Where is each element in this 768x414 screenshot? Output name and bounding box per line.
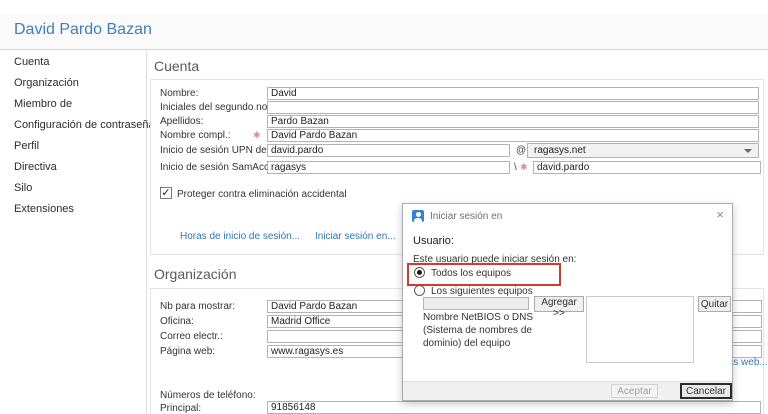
name-label: Nombre: (160, 88, 198, 99)
sidebar-item-extensiones[interactable]: Extensiones (14, 203, 74, 215)
sidebar-item-configuracion-contrasena[interactable]: Configuración de contraseña (14, 119, 155, 131)
sam-backslash-separator: \ (514, 162, 517, 173)
upn-domain-value: ragasys.net (534, 145, 586, 156)
netbios-hint: Nombre NetBIOS o DNS (Sistema de nombres… (423, 311, 541, 350)
account-section-title: Cuenta (154, 58, 199, 74)
page-title: David Pardo Bazan (14, 21, 152, 39)
close-icon[interactable]: × (716, 208, 724, 222)
dialog-title-bar[interactable]: Iniciar sesión en × (403, 204, 732, 228)
upn-at-separator: @ (516, 145, 526, 156)
sidebar-item-perfil[interactable]: Perfil (14, 140, 39, 152)
required-asterisk-icon: ✱ (520, 162, 528, 173)
user-icon (412, 210, 424, 222)
middle-initials-label: Iniciales del segundo nom... (160, 102, 284, 113)
office-label: Oficina: (160, 316, 194, 327)
display-name-label: Nb para mostrar: (160, 301, 235, 312)
sidebar-divider (146, 50, 147, 414)
add-button[interactable]: Agregar >> (534, 296, 584, 312)
organization-section-title: Organización (154, 266, 237, 282)
sidebar-item-cuenta[interactable]: Cuenta (14, 56, 49, 68)
surname-label: Apellidos: (160, 116, 203, 127)
sam-input[interactable] (533, 161, 761, 174)
middle-initials-input[interactable] (267, 101, 759, 114)
name-input[interactable] (267, 87, 759, 100)
full-name-input[interactable] (267, 129, 759, 142)
accept-button[interactable]: Aceptar (611, 384, 658, 398)
email-label: Correo electr.: (160, 331, 223, 342)
web-page-label: Página web: (160, 346, 215, 357)
user-section-label: Usuario: (413, 235, 454, 247)
full-name-label: Nombre compl.: (160, 130, 231, 141)
computer-name-input[interactable] (423, 297, 529, 310)
adac-user-properties-window: David Pardo Bazan Cuenta Organización Mi… (0, 0, 768, 414)
radio-dot (417, 270, 422, 275)
sidebar-item-organizacion[interactable]: Organización (14, 77, 79, 89)
dialog-title: Iniciar sesión en (430, 211, 502, 222)
logon-prompt: Este usuario puede iniciar sesión en: (413, 254, 576, 265)
radio-following-computers[interactable] (414, 285, 425, 296)
sidebar-item-directiva[interactable]: Directiva (14, 161, 57, 173)
upn-input[interactable] (267, 144, 510, 157)
logon-hours-link[interactable]: Horas de inicio de sesión... (180, 231, 300, 242)
radio-all-computers-label: Todos los equipos (431, 268, 511, 279)
protect-deletion-label: Proteger contra eliminación accidental (177, 189, 347, 200)
upn-domain-select[interactable]: ragasys.net (527, 143, 759, 158)
cancel-button[interactable]: Cancelar (680, 383, 732, 399)
logon-to-dialog: Iniciar sesión en × Usuario: Este usuari… (402, 203, 733, 401)
sidebar-item-miembro-de[interactable]: Miembro de (14, 98, 72, 110)
main-phone-label: Principal: (160, 403, 201, 414)
chevron-down-icon (744, 149, 752, 153)
required-asterisk-icon: ✱ (253, 130, 261, 141)
computers-listbox[interactable] (586, 296, 694, 363)
radio-all-computers[interactable] (414, 267, 425, 278)
phones-group-label: Números de teléfono: (160, 390, 256, 401)
remove-button[interactable]: Quitar (698, 296, 731, 312)
sam-domain-input[interactable] (267, 161, 510, 174)
protect-deletion-checkbox[interactable]: ✓ (160, 187, 172, 199)
logon-to-link[interactable]: Iniciar sesión en... (315, 231, 396, 242)
main-phone-input[interactable] (267, 401, 761, 414)
check-icon: ✓ (161, 187, 170, 199)
radio-following-computers-label: Los siguientes equipos (431, 286, 533, 297)
surname-input[interactable] (267, 115, 759, 128)
sidebar-item-silo[interactable]: Silo (14, 182, 32, 194)
